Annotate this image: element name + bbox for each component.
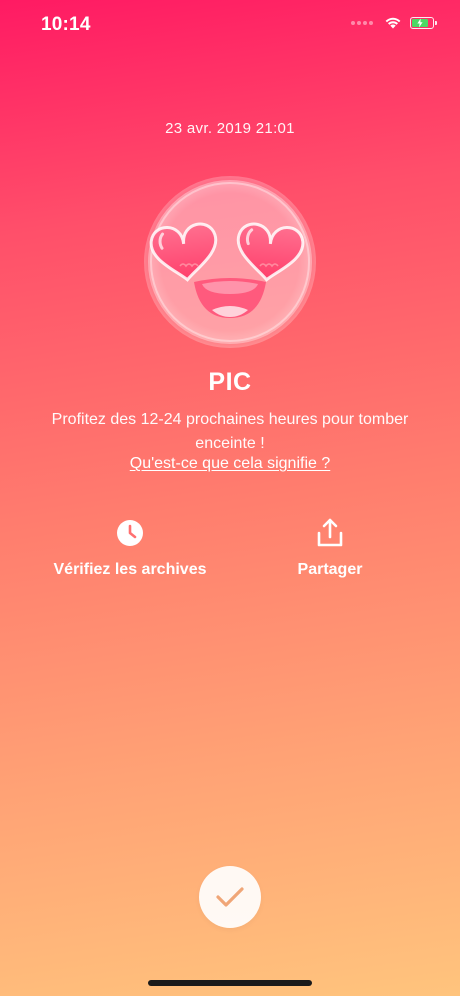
battery-level-fill [412,18,428,27]
share-button[interactable]: Partager [260,518,400,579]
result-date: 23 avr. 2019 21:01 [165,120,295,137]
result-description: Profitez des 12-24 prochaines heures pou… [51,411,409,452]
battery-charging-icon [410,16,437,29]
meaning-link[interactable]: Qu'est-ce que cela signifie ? [130,455,331,472]
confirm-button[interactable] [199,866,261,928]
heart-eyes-emoji [120,170,340,350]
clock-icon [117,520,143,546]
result-title: PIC [208,368,252,396]
wifi-icon [385,17,401,29]
share-icon [317,518,343,547]
check-archives-label: Vérifiez les archives [53,561,207,578]
ovulation-result-screen: 10:14 23 avr. 2019 21:01 PIC Profitez de… [0,0,460,996]
status-icons [351,16,437,29]
meaning-link-container: Qu'est-ce que cela signifie ? [0,455,460,473]
status-bar: 10:14 [0,0,460,50]
checkmark-icon [216,887,244,907]
check-archives-button[interactable]: Vérifiez les archives [40,518,220,579]
signal-dots-icon [351,20,373,25]
share-label: Partager [297,561,363,578]
status-time: 10:14 [41,14,91,35]
home-indicator[interactable] [148,980,312,986]
